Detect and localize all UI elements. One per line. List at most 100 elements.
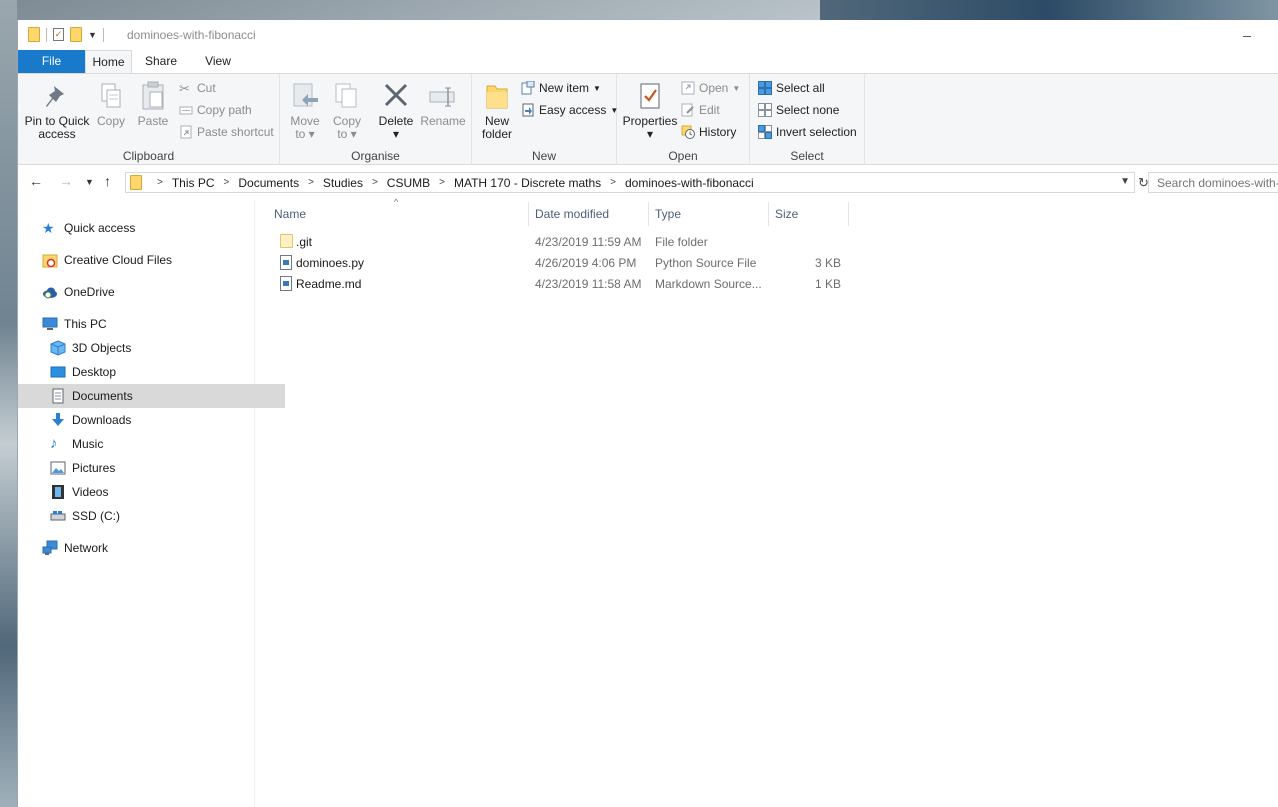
tab-share[interactable]: Share (145, 50, 177, 73)
column-header-size[interactable]: Size (775, 200, 798, 228)
nav-creative-cloud[interactable]: Creative Cloud Files (18, 248, 277, 272)
delete-dropdown-icon[interactable]: ▾ (376, 128, 416, 141)
open-button[interactable]: Open ▼ (681, 81, 740, 95)
nav-this-pc-label: This PC (64, 317, 107, 331)
up-arrow-icon[interactable]: ↑ (104, 173, 111, 189)
desktop-background (0, 0, 17, 807)
column-header-type[interactable]: Type (655, 200, 681, 228)
edit-button[interactable]: Edit (681, 103, 720, 117)
customize-qat-icon[interactable]: ▼ (88, 30, 97, 40)
nav-music[interactable]: ♪ Music (18, 432, 285, 456)
nav-downloads[interactable]: Downloads (18, 408, 285, 432)
column-divider[interactable] (768, 202, 769, 226)
column-divider[interactable] (648, 202, 649, 226)
recent-locations-icon[interactable]: ▼ (85, 177, 94, 187)
column-header-name[interactable]: Name (274, 200, 306, 228)
paste-label: Paste (137, 114, 169, 128)
nav-desktop[interactable]: Desktop (18, 360, 285, 384)
tab-home[interactable]: Home (85, 50, 132, 73)
file-date: 4/26/2019 4:06 PM (535, 256, 637, 270)
nav-downloads-label: Downloads (72, 413, 132, 427)
file-row[interactable]: Readme.md 4/23/2019 11:58 AM Markdown So… (272, 274, 852, 295)
nav-pictures[interactable]: Pictures (18, 456, 285, 480)
new-folder-label-2: folder (481, 127, 513, 141)
divider (102, 27, 104, 42)
cube-icon (50, 340, 66, 356)
chevron-right-icon[interactable]: > (308, 177, 314, 188)
properties-button[interactable]: Properties ▾ (622, 80, 678, 141)
new-folder-qat-icon[interactable] (70, 27, 82, 42)
nav-creative-cloud-label: Creative Cloud Files (64, 253, 173, 267)
move-label-2: to ▾ (295, 127, 315, 141)
nav-documents[interactable]: Documents (18, 384, 285, 408)
easy-access-button[interactable]: Easy access ▼ (521, 103, 618, 117)
file-row[interactable]: dominoes.py 4/26/2019 4:06 PM Python Sou… (272, 253, 852, 274)
rename-button[interactable]: Rename (420, 80, 466, 128)
chevron-right-icon: > (157, 177, 163, 188)
nav-onedrive[interactable]: OneDrive (18, 280, 277, 304)
crumb-studies[interactable]: Studies (323, 176, 363, 190)
tab-view[interactable]: View (203, 50, 233, 73)
paste-button[interactable]: Paste (134, 80, 172, 128)
nav-network[interactable]: Network (18, 536, 277, 560)
search-input[interactable] (1148, 172, 1278, 193)
chevron-right-icon[interactable]: > (224, 177, 230, 188)
nav-videos[interactable]: Videos (18, 480, 285, 504)
nav-network-label: Network (64, 541, 109, 555)
drive-icon (50, 508, 66, 524)
copy-to-button[interactable]: Copy to ▾ (330, 80, 364, 141)
tab-file[interactable]: File (18, 50, 85, 73)
properties-qat-icon[interactable]: ✓ (53, 28, 64, 41)
copy-button[interactable]: Copy (94, 80, 128, 128)
chevron-right-icon[interactable]: > (372, 177, 378, 188)
breadcrumb: > This PC > Documents > Studies > CSUMB … (148, 176, 754, 190)
creative-cloud-icon (42, 252, 58, 268)
properties-dropdown-icon[interactable]: ▾ (622, 128, 678, 141)
crumb-this-pc[interactable]: This PC (172, 176, 215, 190)
nav-this-pc[interactable]: This PC (18, 312, 277, 336)
nav-quick-access[interactable]: ★ Quick access (18, 216, 277, 240)
copy-path-button[interactable]: Copy path (179, 103, 252, 117)
crumb-current-folder[interactable]: dominoes-with-fibonacci (625, 176, 754, 190)
crumb-math170[interactable]: MATH 170 - Discrete maths (454, 176, 601, 190)
new-folder-button[interactable]: New folder (478, 80, 516, 141)
file-row[interactable]: .git 4/23/2019 11:59 AM File folder (272, 232, 852, 253)
scissors-icon: ✂ (179, 81, 190, 96)
history-button[interactable]: History (681, 125, 736, 139)
quick-access-toolbar: ✓ ▼ (28, 27, 104, 42)
minimize-icon[interactable]: _ (1240, 22, 1254, 40)
address-folder-icon (130, 175, 142, 190)
move-to-button[interactable]: Move to ▾ (288, 80, 322, 141)
crumb-csumb[interactable]: CSUMB (387, 176, 430, 190)
nav-onedrive-label: OneDrive (64, 285, 115, 299)
new-folder-icon (486, 85, 508, 109)
open-label: Open (699, 81, 729, 95)
nav-3d-objects[interactable]: 3D Objects (18, 336, 285, 360)
ribbon-tabs: File Home Share View (18, 50, 1278, 73)
python-file-icon (280, 255, 292, 273)
network-icon (42, 540, 58, 556)
delete-button[interactable]: Delete ▾ (376, 80, 416, 141)
column-header-date[interactable]: Date modified (535, 200, 609, 228)
pin-to-quick-access-button[interactable]: Pin to Quick access (24, 80, 90, 141)
column-divider[interactable] (848, 202, 849, 226)
select-all-button[interactable]: Select all (758, 81, 825, 95)
invert-selection-button[interactable]: Invert selection (758, 125, 857, 139)
new-item-dropdown-icon: ▼ (593, 83, 601, 93)
nav-ssd[interactable]: SSD (C:) (18, 504, 285, 528)
address-bar[interactable]: > This PC > Documents > Studies > CSUMB … (125, 172, 1135, 193)
chevron-right-icon[interactable]: > (610, 177, 616, 188)
cut-button[interactable]: ✂ Cut (179, 81, 216, 96)
crumb-documents[interactable]: Documents (238, 176, 299, 190)
forward-arrow-icon[interactable]: → (59, 173, 73, 189)
back-arrow-icon[interactable]: ← (29, 173, 43, 189)
explorer-window: ✓ ▼ dominoes-with-fibonacci _ File Home … (17, 20, 1278, 807)
new-item-button[interactable]: New item ▼ (521, 80, 601, 95)
select-none-button[interactable]: Select none (758, 103, 839, 117)
column-divider[interactable] (528, 202, 529, 226)
address-dropdown-icon[interactable]: ▼ (1120, 176, 1130, 187)
paste-shortcut-button[interactable]: Paste shortcut (179, 125, 274, 139)
chevron-right-icon[interactable]: > (439, 177, 445, 188)
copy-to-label-2: to ▾ (337, 127, 357, 141)
music-note-icon: ♪ (50, 435, 58, 452)
